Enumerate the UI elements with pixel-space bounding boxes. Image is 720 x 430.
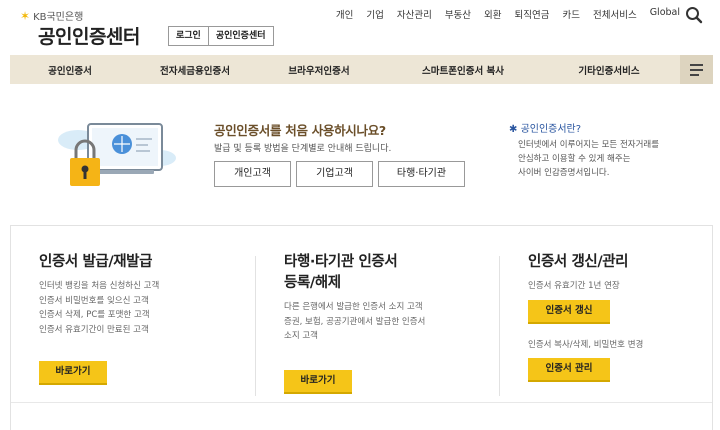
other-bank-line-2: 증권, 보험, 공공기관에서 발급한 인증서 xyxy=(284,316,426,327)
topnav-forex[interactable]: 외환 xyxy=(484,7,501,21)
manage-description: 인증서 복사/삭제, 비밀번호 변경 xyxy=(528,339,644,350)
topnav-asset[interactable]: 자산관리 xyxy=(397,7,432,21)
login-button[interactable]: 로그인 xyxy=(168,26,209,46)
issue-line-2: 인증서 비밀번호를 잊으신 고객 xyxy=(39,295,149,306)
issue-card-title: 인증서 발급/재발급 xyxy=(39,254,153,270)
asterisk-icon: ✱ xyxy=(509,124,521,135)
what-is-cert-description: 인터넷에서 이루어지는 모든 전자거래를 안심하고 이용할 수 있게 해주는 사… xyxy=(518,138,698,180)
other-bank-button[interactable]: 타행·타기관 xyxy=(378,161,465,187)
card-divider-1 xyxy=(255,256,256,396)
issue-card-description: 인터넷 뱅킹을 처음 신청하신 고객 인증서 비밀번호를 잊으신 고객 인증서 … xyxy=(39,279,254,337)
topnav-personal[interactable]: 개인 xyxy=(336,7,353,21)
other-bank-card: 타행·타기관 인증서 등록/해제 다른 은행에서 발급한 인증서 소지 고객 증… xyxy=(284,226,484,401)
personal-customer-button[interactable]: 개인고객 xyxy=(214,161,291,187)
what-is-cert-link[interactable]: ✱ 공인인증서란? xyxy=(509,120,581,135)
other-bank-go-button[interactable]: 바로가기 xyxy=(284,369,352,392)
issue-card: 인증서 발급/재발급 인터넷 뱅킹을 처음 신청하신 고객 인증서 비밀번호를 … xyxy=(39,226,254,401)
other-bank-card-description: 다른 은행에서 발급한 인증서 소지 고객 증권, 보험, 공공기관에서 발급한… xyxy=(284,300,484,344)
what-is-line-1: 인터넷에서 이루어지는 모든 전자거래를 xyxy=(518,140,660,150)
issue-line-4: 인증서 유효기간이 만료된 고객 xyxy=(39,324,149,335)
other-bank-line-3: 소지 고객 xyxy=(284,331,318,341)
issue-line-3: 인증서 삭제, PC를 포맷한 고객 xyxy=(39,310,150,320)
intro-subtitle: 발급 및 등록 방법을 단계별로 안내해 드립니다. xyxy=(214,144,392,154)
site-title[interactable]: 공인인증센터 xyxy=(38,22,140,49)
service-cards: 인증서 발급/재발급 인터넷 뱅킹을 처음 신청하신 고객 인증서 비밀번호를 … xyxy=(10,225,713,430)
other-bank-title-line-2: 등록/해제 xyxy=(284,275,341,291)
main-menu: 공인인증서 전자세금용인증서 브라우저인증서 스마트폰인증서 복사 기타인증서비… xyxy=(10,55,713,84)
customer-type-buttons: 개인고객 기업고객 타행·타기관 xyxy=(214,161,465,187)
topnav-pension[interactable]: 퇴직연금 xyxy=(515,7,550,21)
renew-cert-button[interactable]: 인증서 갱신 xyxy=(528,299,610,322)
manage-cert-button[interactable]: 인증서 관리 xyxy=(528,358,610,380)
menu-item-public-cert[interactable]: 공인인증서 xyxy=(10,63,130,77)
cert-center-button[interactable]: 공인인증센터 xyxy=(208,26,274,46)
other-bank-title-line-1: 타행·타기관 인증서 xyxy=(284,254,398,270)
menu-item-other-services[interactable]: 기타인증서비스 xyxy=(548,63,670,77)
hamburger-icon[interactable] xyxy=(680,55,713,84)
brand-name: KB국민은행 xyxy=(33,12,84,23)
menu-item-browser-cert[interactable]: 브라우저인증서 xyxy=(260,63,378,77)
issue-line-1: 인터넷 뱅킹을 처음 신청하신 고객 xyxy=(39,281,160,291)
topnav-business[interactable]: 기업 xyxy=(366,7,383,21)
business-customer-button[interactable]: 기업고객 xyxy=(296,161,373,187)
what-is-line-2: 안심하고 이용할 수 있게 해주는 xyxy=(518,154,631,164)
menu-item-smartphone-copy[interactable]: 스마트폰인증서 복사 xyxy=(378,63,548,77)
intro-question: 공인인증서를 처음 사용하시나요? xyxy=(214,123,386,138)
what-is-cert-label: 공인인증서란? xyxy=(520,124,582,135)
kb-logo[interactable]: ✶ KB국민은행 xyxy=(20,8,84,24)
manage-card-title: 인증서 갱신/관리 xyxy=(528,254,629,270)
menu-item-tax-cert[interactable]: 전자세금용인증서 xyxy=(130,63,260,77)
issue-go-button[interactable]: 바로가기 xyxy=(39,361,107,383)
topnav-global[interactable]: Global xyxy=(650,7,680,21)
top-nav: 개인 기업 자산관리 부동산 외환 퇴직연금 카드 전체서비스 Global xyxy=(336,7,680,21)
card-divider-2 xyxy=(499,256,500,396)
kb-star-icon: ✶ xyxy=(20,8,31,23)
certificate-illustration xyxy=(58,123,176,186)
cards-bottom-divider xyxy=(11,402,712,403)
what-is-line-3: 사이버 인감증명서입니다. xyxy=(518,168,610,178)
topnav-realestate[interactable]: 부동산 xyxy=(445,7,471,21)
search-icon[interactable] xyxy=(685,6,703,24)
topnav-all-services[interactable]: 전체서비스 xyxy=(593,7,637,21)
other-bank-card-title: 타행·타기관 인증서 등록/해제 xyxy=(284,252,484,294)
renew-description: 인증서 유효기간 1년 연장 xyxy=(528,281,620,291)
other-bank-line-1: 다른 은행에서 발급한 인증서 소지 고객 xyxy=(284,302,423,312)
header-buttons: 로그인 공인인증센터 xyxy=(168,26,274,46)
topnav-card[interactable]: 카드 xyxy=(563,7,580,21)
manage-card: 인증서 갱신/관리 인증서 유효기간 1년 연장 인증서 갱신 인증서 복사/삭… xyxy=(528,226,708,401)
